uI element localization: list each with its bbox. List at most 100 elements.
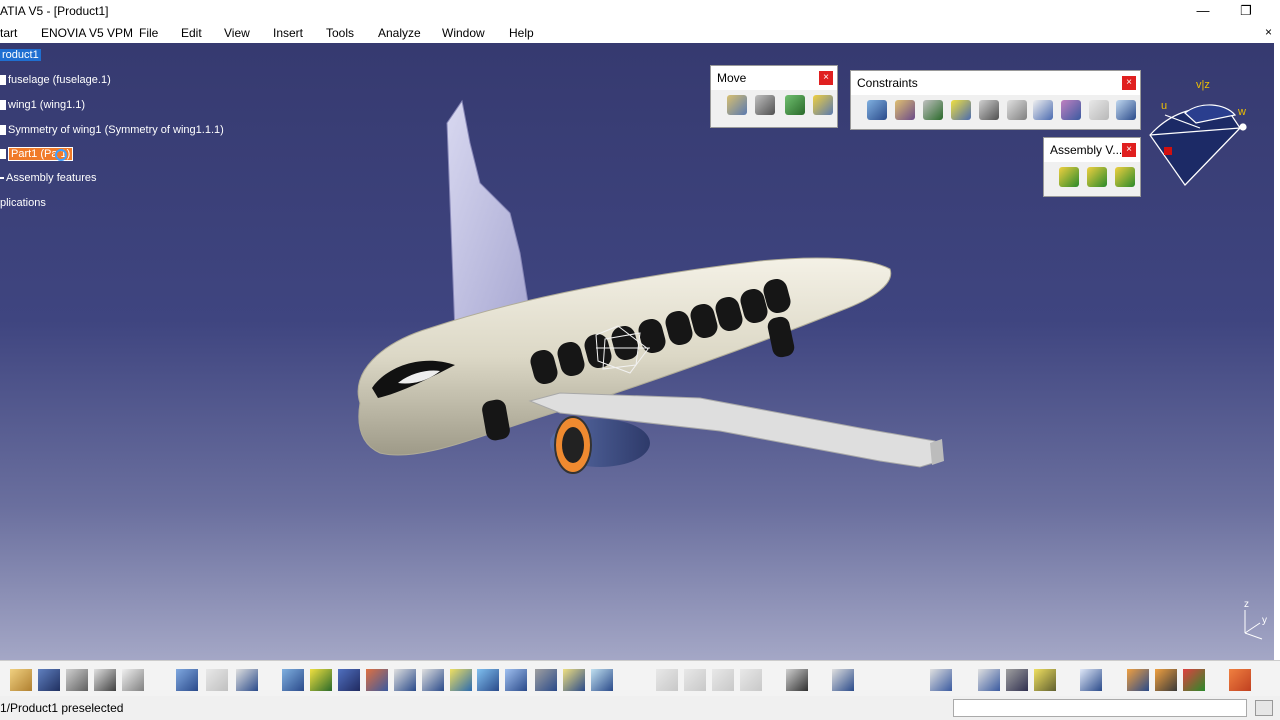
product-icon <box>0 75 6 86</box>
coincidence-constraint-icon[interactable] <box>867 100 887 120</box>
toolbar-title[interactable]: Assembly V... × <box>1044 138 1140 162</box>
close-icon[interactable]: × <box>1122 76 1136 90</box>
update-icon[interactable] <box>930 669 952 691</box>
measure-item-icon[interactable] <box>1006 669 1028 691</box>
apply-material-icon[interactable] <box>1127 669 1149 691</box>
tree-root-label[interactable]: roduct1 <box>0 49 41 61</box>
flexible-subassembly-icon[interactable] <box>1061 100 1081 120</box>
fit-all-icon[interactable] <box>310 669 332 691</box>
3d-viewport[interactable]: roduct1 fuselage (fuselage.1) wing1 (win… <box>0 43 1280 660</box>
grid-icon[interactable] <box>1229 669 1251 691</box>
undo-icon[interactable] <box>176 669 198 691</box>
pan-icon[interactable] <box>338 669 360 691</box>
tree-item-wing[interactable]: wing1 (wing1.1) <box>0 99 85 111</box>
menu-insert[interactable]: Insert <box>273 26 303 40</box>
fly-mode-icon[interactable] <box>282 669 304 691</box>
status-message: 1/Product1 preselected <box>0 701 124 715</box>
tree-item-fuselage[interactable]: fuselage (fuselage.1) <box>0 74 111 86</box>
zoom-out-icon[interactable] <box>422 669 444 691</box>
reuse-pattern-icon[interactable] <box>1116 100 1136 120</box>
menu-file[interactable]: File <box>139 26 158 40</box>
rotate-icon[interactable] <box>366 669 388 691</box>
copy-icon[interactable] <box>122 669 144 691</box>
render-icon[interactable] <box>1155 669 1177 691</box>
toolbar-body <box>1044 162 1140 192</box>
angle-constraint-icon[interactable] <box>951 100 971 120</box>
tree-item-assembly-features[interactable]: Assembly features <box>0 172 96 184</box>
measure-inertia-icon[interactable] <box>1034 669 1056 691</box>
tree-item-applications[interactable]: plications <box>0 197 46 209</box>
assembly-toolbar[interactable]: Assembly V... × <box>1043 137 1141 197</box>
tool-disabled-icon <box>712 669 734 691</box>
compass-label-w: w <box>1238 106 1246 118</box>
toolbar-body <box>711 90 837 120</box>
restore-button[interactable]: ❐ <box>1231 2 1261 20</box>
iso-view-icon[interactable] <box>505 669 527 691</box>
quick-constraint-icon[interactable] <box>1033 100 1053 120</box>
compass-widget <box>1149 104 1247 186</box>
tree-root[interactable]: roduct1 <box>0 49 41 61</box>
multi-view-icon[interactable] <box>477 669 499 691</box>
tree-item-part1[interactable]: Part1 (Pa 1) <box>0 147 74 161</box>
cut-icon[interactable] <box>94 669 116 691</box>
fix-together-icon[interactable] <box>1007 100 1027 120</box>
menu-window[interactable]: Window <box>442 26 485 40</box>
swap-visible-space-icon[interactable] <box>591 669 613 691</box>
move-toolbar[interactable]: Move × <box>710 65 838 128</box>
viewport-scrollbar[interactable] <box>1274 43 1280 660</box>
command-toggle-button[interactable] <box>1255 700 1273 716</box>
sketch-disabled-icon <box>656 669 678 691</box>
print-icon[interactable] <box>66 669 88 691</box>
snap-icon[interactable] <box>755 95 775 115</box>
compass-label-vz: v|z <box>1196 79 1210 91</box>
constraints-toolbar[interactable]: Constraints × <box>850 70 1141 130</box>
tree-item-symmetry[interactable]: Symmetry of wing1 (Symmetry of wing1.1.1… <box>0 124 224 136</box>
catalog-icon[interactable] <box>832 669 854 691</box>
arrow-disabled-icon <box>684 669 706 691</box>
menu-tools[interactable]: Tools <box>326 26 354 40</box>
open-icon[interactable] <box>10 669 32 691</box>
toolbar-body <box>851 95 1140 125</box>
whats-this-icon[interactable] <box>236 669 258 691</box>
tree-item-label: Assembly features <box>6 172 97 184</box>
zoom-in-icon[interactable] <box>394 669 416 691</box>
explode-icon[interactable] <box>785 95 805 115</box>
command-input[interactable] <box>953 699 1247 717</box>
menu-enovia[interactable]: ENOVIA V5 VPM <box>41 26 133 40</box>
capture-icon[interactable] <box>786 669 808 691</box>
menu-analyze[interactable]: Analyze <box>378 26 421 40</box>
stop-manipulate-icon[interactable] <box>813 95 833 115</box>
hide-show-icon[interactable] <box>563 669 585 691</box>
close-icon[interactable]: × <box>819 71 833 85</box>
save-icon[interactable] <box>38 669 60 691</box>
document-close-button[interactable]: × <box>1265 25 1272 39</box>
manipulation-icon[interactable] <box>727 95 747 115</box>
normal-view-icon[interactable] <box>450 669 472 691</box>
left-wing <box>446 99 529 334</box>
plane-icon[interactable] <box>1080 669 1102 691</box>
new-component-icon[interactable] <box>1059 167 1079 187</box>
axis-label-y: y <box>1262 615 1267 626</box>
measure-between-icon[interactable] <box>978 669 1000 691</box>
tree-item-label: wing1 (wing1.1) <box>8 99 86 111</box>
menu-edit[interactable]: Edit <box>181 26 202 40</box>
new-part-icon[interactable] <box>1115 167 1135 187</box>
fix-component-icon[interactable] <box>979 100 999 120</box>
minimize-button[interactable]: — <box>1188 2 1218 20</box>
title-bar: ATIA V5 - [Product1] — ❐ <box>0 0 1280 23</box>
product-icon <box>0 100 6 111</box>
toolbar-title[interactable]: Constraints × <box>851 71 1140 95</box>
contact-constraint-icon[interactable] <box>895 100 915 120</box>
offset-constraint-icon[interactable] <box>923 100 943 120</box>
redo-icon[interactable] <box>206 669 228 691</box>
new-product-icon[interactable] <box>1087 167 1107 187</box>
close-icon[interactable]: × <box>1122 143 1136 157</box>
menu-start[interactable]: tart <box>0 26 17 40</box>
menu-view[interactable]: View <box>224 26 250 40</box>
shading-icon[interactable] <box>535 669 557 691</box>
catalog-browser-icon[interactable] <box>1183 669 1205 691</box>
toolbar-title[interactable]: Move × <box>711 66 837 90</box>
change-constraint-icon[interactable] <box>1089 100 1109 120</box>
tree-item-label: plications <box>0 197 46 209</box>
menu-help[interactable]: Help <box>509 26 534 40</box>
